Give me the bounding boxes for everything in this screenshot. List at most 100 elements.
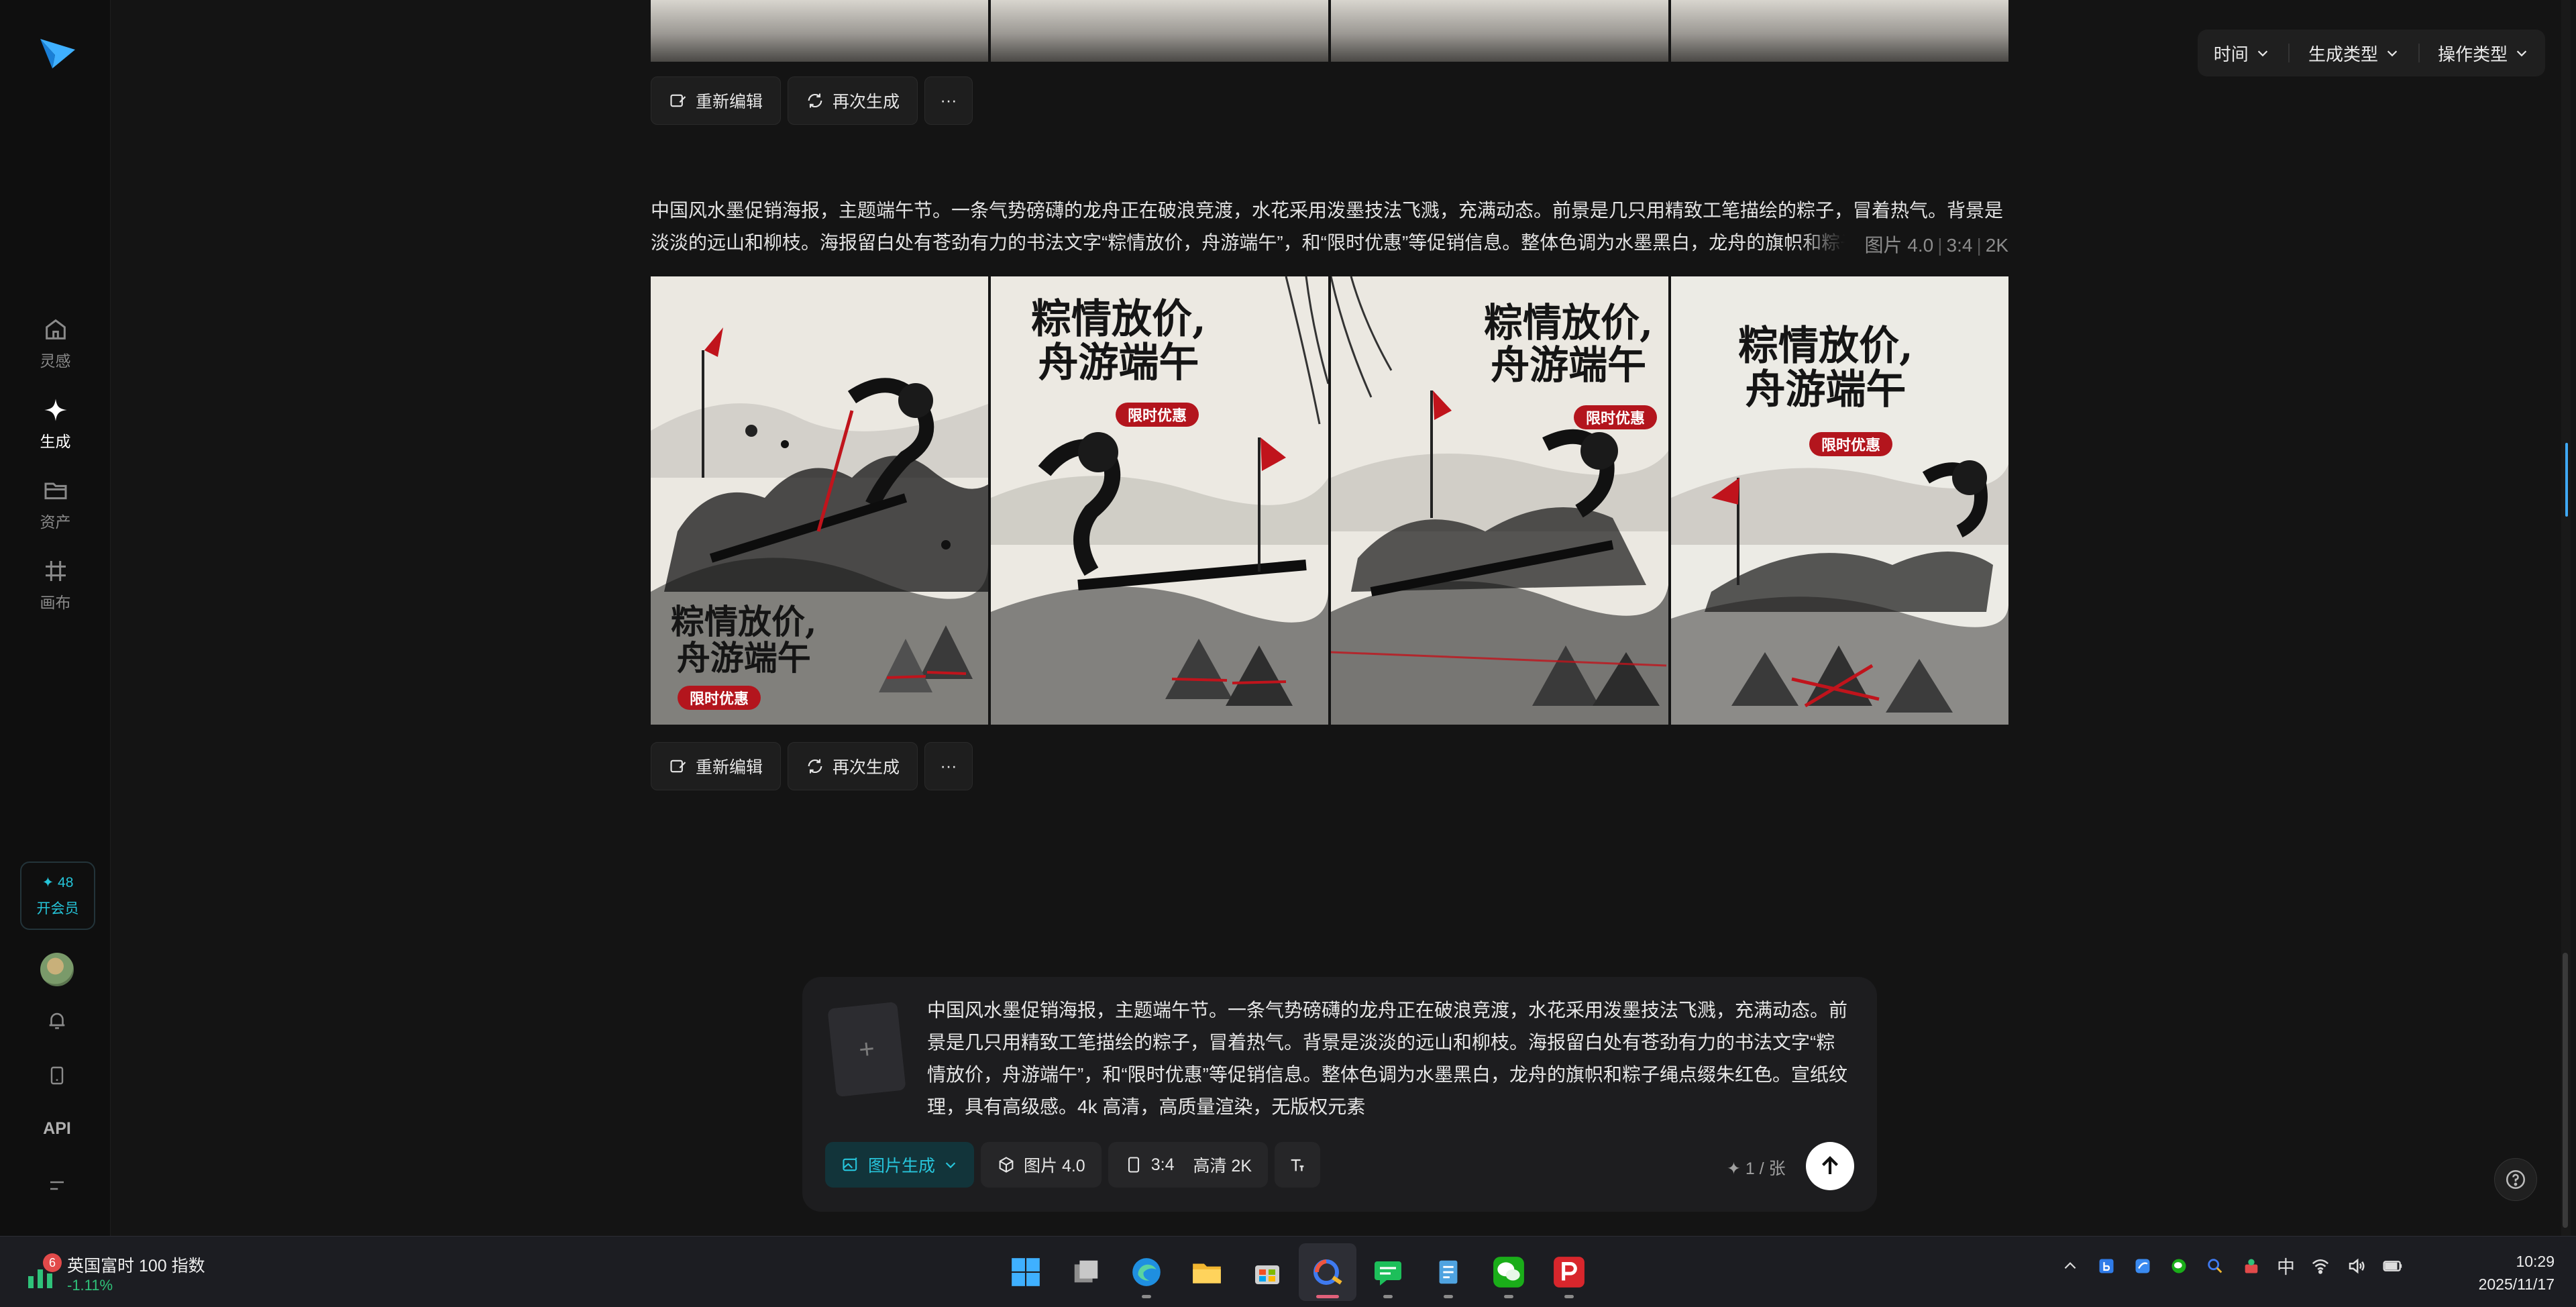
result-actions: 重新编辑 再次生成 ··· [651, 742, 973, 790]
taskbar-app-store[interactable] [1238, 1243, 1296, 1301]
sidebar-item-label: 画布 [40, 594, 71, 611]
chevron-down-icon [945, 1162, 956, 1169]
volume-icon[interactable] [2346, 1255, 2367, 1277]
generated-image[interactable]: 粽情放价, 舟游端午 限时优惠 [651, 276, 988, 725]
task-view-button[interactable] [1057, 1243, 1115, 1301]
chat-icon [1375, 1261, 1401, 1286]
poster-title: 粽情放价, 舟游端午 [1031, 296, 1206, 386]
text-style-button[interactable] [1275, 1142, 1321, 1188]
record-prompt[interactable]: 中国风水墨促销海报，主题端午节。一条气势磅礴的龙舟正在破浪竞渡，水花采用泼墨技法… [651, 195, 2008, 262]
refresh-icon [808, 93, 822, 108]
aspect-ratio-icon [1128, 1157, 1139, 1173]
running-indicator [1316, 1295, 1339, 1298]
wifi-icon[interactable] [2310, 1255, 2331, 1277]
more-options-button[interactable]: ··· [924, 742, 973, 790]
sidebar-item-inspiration[interactable]: 灵感 [0, 303, 111, 384]
stock-widget[interactable]: 6 英国富时 100 指数 -1.11% [24, 1253, 205, 1294]
reference-image-upload[interactable]: + [827, 1001, 906, 1098]
previous-image[interactable] [1331, 0, 1668, 62]
reedit-label: 重新编辑 [696, 93, 763, 111]
regenerate-button[interactable]: 再次生成 [788, 76, 918, 125]
divider [2418, 44, 2420, 62]
api-link[interactable]: API [34, 1119, 80, 1139]
wechat-icon [1493, 1257, 1524, 1288]
regenerate-button[interactable]: 再次生成 [788, 742, 918, 790]
generated-image[interactable]: 粽情放价, 舟游端午 限时优惠 [1671, 276, 2008, 725]
taskbar-app-active-browser[interactable] [1299, 1243, 1356, 1301]
ratio-label: 3:4 [1150, 1155, 1175, 1174]
ratio-tag: 3:4 [1946, 235, 1973, 256]
chevron-down-icon [2257, 50, 2267, 57]
start-button[interactable] [997, 1243, 1055, 1301]
vip-button[interactable]: ✦ 48 开会员 [20, 861, 95, 930]
taskbar-app-explorer[interactable] [1178, 1243, 1236, 1301]
more-options-button[interactable]: ··· [924, 76, 973, 125]
prompt-input[interactable]: 中国风水墨促销海报，主题端午节。一条气势磅礴的龙舟正在破浪竞渡，水花采用泼墨技法… [927, 994, 1853, 1123]
poster-badge: 限时优惠 [1574, 405, 1658, 429]
generated-image[interactable]: 粽情放价, 舟游端午 限时优惠 [1331, 276, 1668, 725]
tray-wechat-icon[interactable] [2168, 1255, 2190, 1277]
taskbar-app-notepad[interactable] [1419, 1243, 1477, 1301]
taskbar-app-messages[interactable] [1359, 1243, 1417, 1301]
generation-mode-select[interactable]: 图片生成 [825, 1142, 975, 1188]
presentation-app-icon [1554, 1257, 1585, 1288]
taskbar-apps [997, 1243, 1598, 1301]
running-indicator [1504, 1295, 1513, 1298]
stock-chart-icon: 6 [24, 1253, 62, 1291]
vip-label: 开会员 [36, 900, 79, 917]
task-view-icon [1074, 1260, 1098, 1283]
previous-image[interactable] [991, 0, 1328, 62]
ratio-quality-select[interactable]: 3:4 高清 2K [1108, 1142, 1269, 1188]
sidebar-item-generate[interactable]: 生成 [0, 384, 111, 464]
menu-icon[interactable] [43, 1171, 71, 1200]
reedit-button[interactable]: 重新编辑 [651, 76, 782, 125]
regenerate-label: 再次生成 [833, 758, 900, 777]
record-meta: 图片 4.0 | 3:4 | 2K [1797, 229, 2008, 262]
previous-image[interactable] [1671, 0, 2008, 62]
previous-result-images [651, 0, 2008, 62]
poster-title: 粽情放价, 舟游端午 [1738, 323, 1913, 413]
history-filters: 时间 生成类型 操作类型 [2198, 30, 2545, 76]
model-select[interactable]: 图片 4.0 [981, 1142, 1102, 1188]
arrow-up-icon [1822, 1156, 1838, 1174]
image-count[interactable]: ✦ 1 / 张 [1727, 1155, 1786, 1180]
tray-search-icon[interactable] [2204, 1255, 2226, 1277]
battery-icon[interactable] [2382, 1255, 2404, 1277]
folder-icon [44, 482, 66, 500]
filter-time[interactable]: 时间 [2214, 41, 2270, 66]
system-clock[interactable]: 10:29 2025/11/17 [2461, 1250, 2555, 1296]
filter-generation-type[interactable]: 生成类型 [2308, 41, 2400, 66]
taskbar-app-wechat[interactable] [1480, 1243, 1538, 1301]
system-tray: 中 [2059, 1253, 2404, 1279]
tray-security-icon[interactable] [2241, 1255, 2262, 1277]
tray-feishu-icon[interactable] [2132, 1255, 2153, 1277]
stock-name: 英国富时 100 指数 [67, 1257, 205, 1275]
poster-badge: 限时优惠 [1116, 403, 1199, 427]
image-icon [843, 1157, 857, 1171]
sidebar-item-canvas[interactable]: 画布 [0, 545, 111, 625]
running-indicator [1142, 1295, 1151, 1298]
app-logo-icon[interactable] [39, 35, 76, 70]
filter-operation-type[interactable]: 操作类型 [2438, 41, 2529, 66]
clock-time: 10:29 [2516, 1253, 2555, 1270]
taskbar-app-edge[interactable] [1118, 1243, 1175, 1301]
running-indicator [1444, 1295, 1453, 1298]
bell-icon[interactable] [43, 1006, 71, 1035]
tray-app-icon[interactable] [2096, 1255, 2117, 1277]
help-button[interactable] [2494, 1158, 2537, 1201]
previous-image[interactable] [651, 0, 988, 62]
mobile-device-icon[interactable] [43, 1061, 71, 1090]
avatar[interactable] [40, 953, 74, 986]
sidebar-nav: 灵感 生成 资产 画布 [0, 303, 111, 625]
generated-image[interactable]: 粽情放价, 舟游端午 限时优惠 [991, 276, 1328, 725]
sidebar-item-assets[interactable]: 资产 [0, 464, 111, 545]
ime-indicator[interactable]: 中 [2277, 1253, 2295, 1279]
send-button[interactable] [1806, 1142, 1854, 1190]
home-icon [45, 319, 66, 339]
chevron-up-icon[interactable] [2059, 1255, 2081, 1277]
scrollbar-thumb[interactable] [2563, 953, 2568, 1228]
taskbar-app-wps[interactable] [1540, 1243, 1598, 1301]
reedit-button[interactable]: 重新编辑 [651, 742, 782, 790]
model-tag: 图片 4.0 [1864, 235, 1934, 256]
filter-time-label: 时间 [2213, 44, 2249, 64]
